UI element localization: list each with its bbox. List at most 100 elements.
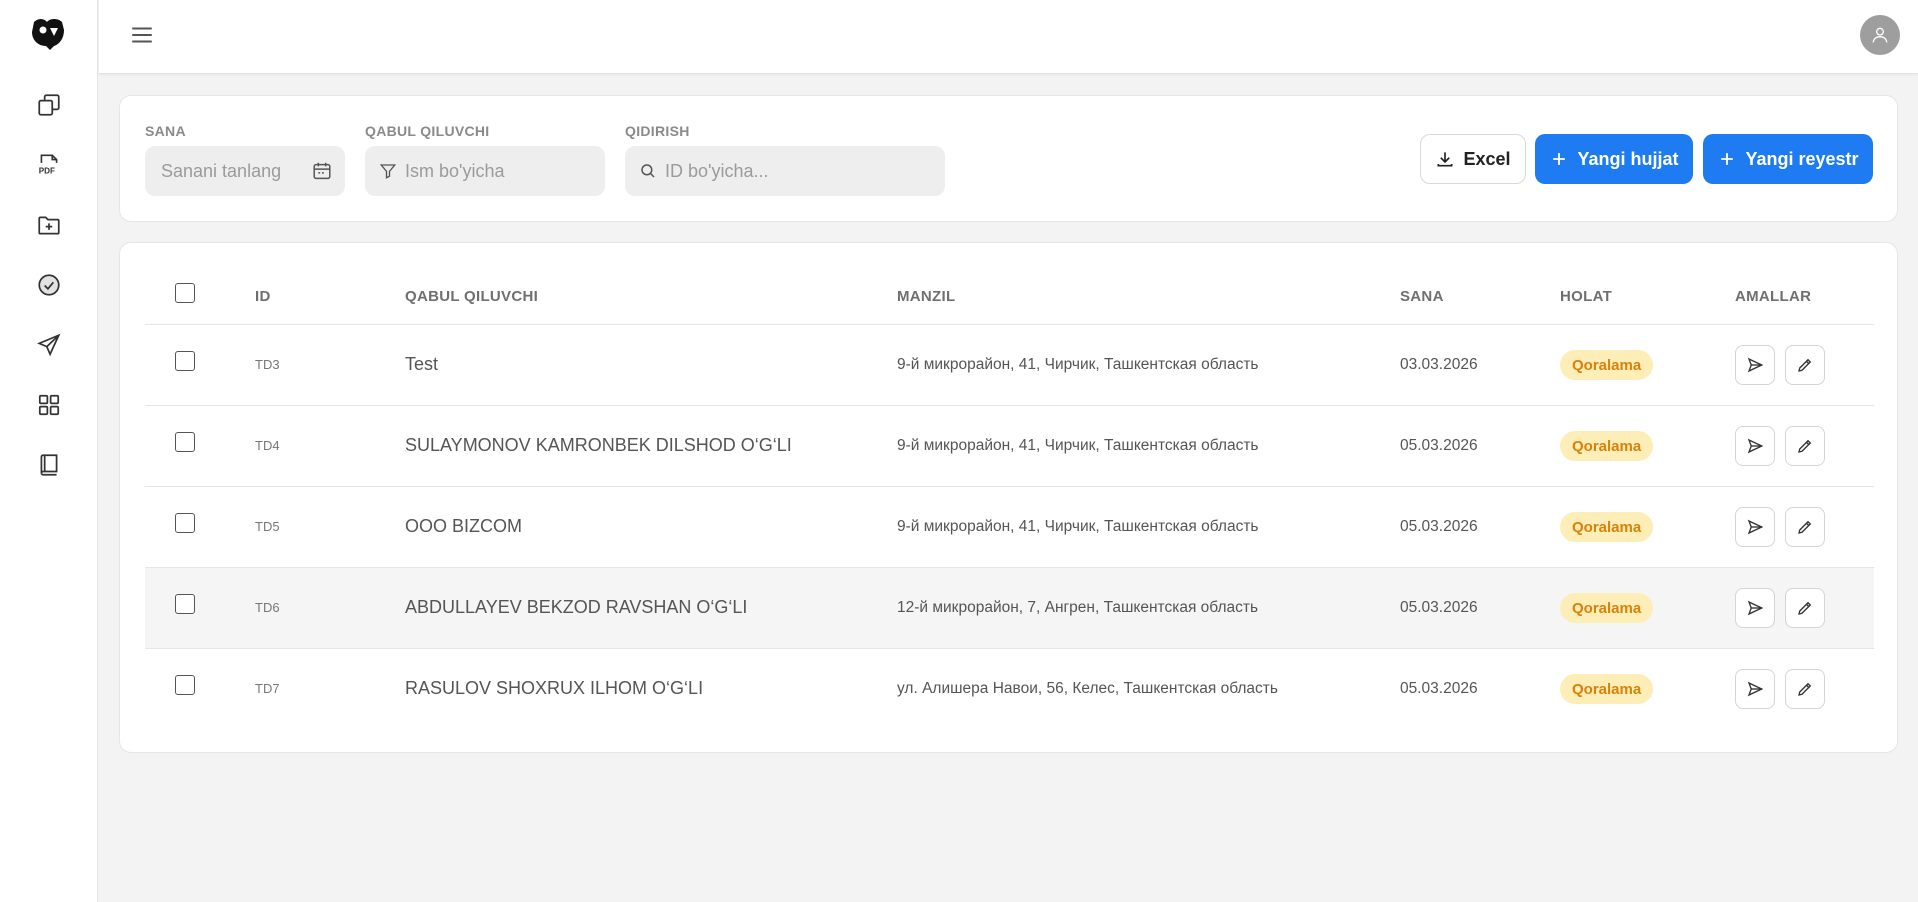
table-row[interactable]: TD4 SULAYMONOV KAMRONBEK DILSHOD O‘G‘LI 9-… — [145, 406, 1874, 487]
date-picker[interactable]: Sanani tanlang — [145, 146, 345, 196]
row-id: TD4 — [255, 438, 280, 453]
recipient-filter-label: QABUL QILUVCHI — [365, 123, 490, 139]
send-icon — [1747, 681, 1764, 697]
row-date: 05.03.2026 — [1400, 680, 1478, 697]
sidebar-item-dashboard[interactable] — [34, 390, 64, 420]
filter-panel: SANA Sanani tanlang QABUL QILUVCHI Ism b… — [119, 95, 1898, 222]
search-label: QIDIRISH — [625, 123, 690, 139]
user-icon — [1872, 27, 1888, 43]
row-recipient: SULAYMONOV KAMRONBEK DILSHOD O‘G‘LI — [405, 435, 792, 455]
row-id: TD6 — [255, 600, 280, 615]
row-address: 9-й микрорайон, 41, Чирчик, Ташкентская … — [897, 437, 1259, 454]
plus-icon — [1553, 153, 1566, 165]
calendar-icon — [313, 162, 331, 180]
edit-button[interactable] — [1785, 507, 1825, 547]
select-all-checkbox[interactable] — [175, 283, 195, 303]
plus-icon — [1721, 153, 1734, 165]
recipient-filter-placeholder: Ism bo'yicha — [405, 160, 505, 181]
row-checkbox[interactable] — [175, 513, 195, 533]
row-id: TD5 — [255, 519, 280, 534]
row-date: 05.03.2026 — [1400, 437, 1478, 454]
folder-plus-icon — [38, 216, 60, 235]
filter-icon — [379, 164, 397, 179]
send-icon — [1747, 357, 1764, 373]
send-button[interactable] — [1735, 345, 1775, 385]
send-button[interactable] — [1735, 507, 1775, 547]
row-recipient: OOO BIZCOM — [405, 516, 522, 536]
check-circle-icon — [38, 274, 60, 296]
sidebar-item-approved[interactable] — [34, 270, 64, 300]
send-icon — [1747, 438, 1764, 454]
send-button[interactable] — [1735, 669, 1775, 709]
row-recipient: RASULOV SHOXRUX ILHOM O‘G‘LI — [405, 678, 704, 698]
row-address: 12-й микрорайон, 7, Ангрен, Ташкентская … — [897, 599, 1259, 616]
column-id[interactable]: ID — [255, 288, 271, 305]
date-picker-placeholder: Sanani tanlang — [161, 160, 282, 181]
edit-button[interactable] — [1785, 345, 1825, 385]
logo[interactable] — [28, 16, 68, 52]
table-row[interactable]: TD3 Test 9-й микрорайон, 41, Чирчик, Ташке… — [145, 325, 1874, 406]
search-input[interactable]: ID bo'yicha... — [625, 146, 945, 196]
new-document-label: Yangi hujjat — [1577, 148, 1679, 169]
sidebar-item-guide[interactable] — [34, 450, 64, 480]
edit-icon — [1798, 520, 1812, 534]
status-badge: Qoralama — [1560, 674, 1654, 704]
column-date[interactable]: SANA — [1400, 288, 1444, 305]
pdf-icon: PDF — [39, 154, 58, 176]
sidebar-item-sent[interactable] — [34, 330, 64, 360]
edit-icon — [1798, 601, 1812, 615]
table-row[interactable]: TD6 ABDULLAYEV BEKZOD RAVSHAN O‘G‘LI 12-й … — [145, 568, 1874, 649]
new-document-button[interactable]: Yangi hujjat — [1535, 134, 1693, 184]
status-badge: Qoralama — [1560, 593, 1654, 623]
row-recipient: Test — [405, 354, 439, 374]
table-row[interactable]: TD5 OOO BIZCOM 9-й микрорайон, 41, Чирчик,… — [145, 487, 1874, 568]
send-button[interactable] — [1735, 588, 1775, 628]
menu-icon[interactable] — [129, 22, 155, 48]
send-icon — [1747, 519, 1764, 535]
edit-button[interactable] — [1785, 426, 1825, 466]
edit-icon — [1798, 358, 1812, 372]
edit-button[interactable] — [1785, 588, 1825, 628]
row-date: 05.03.2026 — [1400, 518, 1478, 535]
status-badge: Qoralama — [1560, 512, 1654, 542]
row-address: 9-й микрорайон, 41, Чирчик, Ташкентская … — [897, 518, 1259, 535]
recipient-filter-input[interactable]: Ism bo'yicha — [365, 146, 605, 196]
table-header: ID QABUL QILUVCHI MANZIL SANA HOLAT AMAL… — [145, 243, 1874, 325]
send-icon — [37, 333, 61, 357]
download-icon — [1437, 152, 1453, 167]
grid-icon — [38, 394, 60, 416]
send-icon — [1747, 600, 1764, 616]
row-checkbox[interactable] — [175, 351, 195, 371]
row-date: 03.03.2026 — [1400, 356, 1478, 373]
search-icon — [641, 164, 655, 178]
avatar[interactable] — [1860, 15, 1900, 55]
edit-icon — [1798, 439, 1812, 453]
date-filter-label: SANA — [145, 123, 186, 139]
sidebar-item-pdf[interactable]: PDF — [34, 150, 64, 180]
row-id: TD7 — [255, 681, 280, 696]
column-actions: AMALLAR — [1735, 288, 1812, 305]
row-recipient: ABDULLAYEV BEKZOD RAVSHAN O‘G‘LI — [405, 597, 748, 617]
edit-button[interactable] — [1785, 669, 1825, 709]
excel-export-button[interactable]: Excel — [1420, 134, 1526, 184]
send-button[interactable] — [1735, 426, 1775, 466]
svg-text:PDF: PDF — [39, 167, 55, 176]
column-status[interactable]: HOLAT — [1560, 288, 1612, 305]
row-checkbox[interactable] — [175, 432, 195, 452]
copy-icon — [38, 94, 60, 116]
search-placeholder: ID bo'yicha... — [665, 160, 769, 181]
topbar — [99, 0, 1918, 74]
new-registry-button[interactable]: Yangi reyestr — [1703, 134, 1873, 184]
status-badge: Qoralama — [1560, 350, 1654, 380]
table-row[interactable]: TD7 RASULOV SHOXRUX ILHOM O‘G‘LI ул. Алише… — [145, 649, 1874, 730]
sidebar-item-folder-add[interactable] — [34, 210, 64, 240]
sidebar-item-documents[interactable] — [34, 90, 64, 120]
column-address[interactable]: MANZIL — [897, 288, 955, 305]
row-checkbox[interactable] — [175, 594, 195, 614]
row-id: TD3 — [255, 357, 280, 372]
sidebar: PDF — [0, 0, 98, 902]
row-address: 9-й микрорайон, 41, Чирчик, Ташкентская … — [897, 356, 1259, 373]
row-checkbox[interactable] — [175, 675, 195, 695]
row-address: ул. Алишера Навои, 56, Келес, Ташкентска… — [897, 680, 1278, 697]
column-recipient[interactable]: QABUL QILUVCHI — [405, 288, 538, 305]
